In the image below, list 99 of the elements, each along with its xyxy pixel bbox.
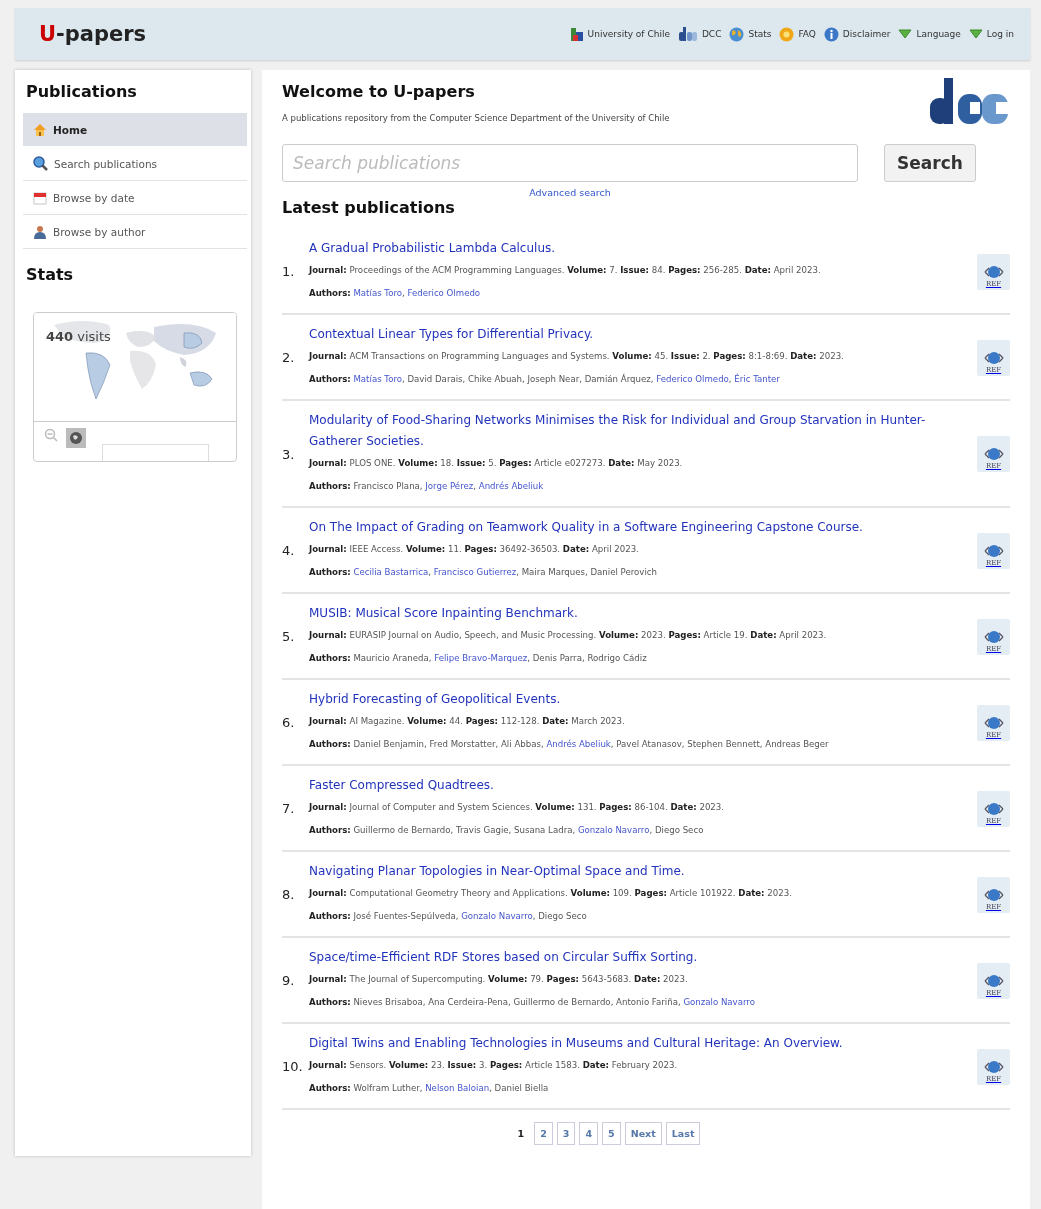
publication-title-link[interactable]: Digital Twins and Enabling Technologies in Museums and Cultural Heritage: An Overview. <box>309 1033 943 1054</box>
globe-icon <box>982 263 1005 280</box>
publication-details: Journal: Proceedings of the ACM Programming Languages. Volume: 7. Issue: 84. Pages: 256-285. Date: April 2023. <box>309 264 822 277</box>
logo-icon <box>677 27 698 41</box>
page-link[interactable]: Last <box>665 1122 701 1145</box>
menu-link[interactable]: Language <box>898 29 961 39</box>
item-number: 8. <box>282 887 296 902</box>
authors-line: Authors: Nieves Brisaboa, Ana Cerdeira-Pena, Guillermo de Bernardo, Antonio Fariña, Gonzalo Navarro <box>309 996 756 1009</box>
search-icon <box>33 156 48 171</box>
page-link[interactable]: 2 <box>534 1122 553 1145</box>
help-icon <box>779 26 795 42</box>
author-link[interactable]: Gonzalo Navarro <box>461 911 533 921</box>
globe-icon <box>982 972 1005 989</box>
page-link[interactable]: Next <box>624 1122 662 1145</box>
search-field[interactable]: Search publications <box>282 144 858 182</box>
item-number: 5. <box>282 629 296 644</box>
item-number: 1. <box>282 264 296 279</box>
publication-details: Journal: The Journal of Supercomputing. Volume: 79. Pages: 5643-5683. Date: 2023. <box>309 973 689 986</box>
publication-details: Journal: ACM Transactions on Programming Languages and Systems. Volume: 45. Issue: 2. Pages: 8:1-8:69. Date: 2023. <box>309 350 845 363</box>
globe-icon <box>982 628 1005 645</box>
globe-button[interactable] <box>66 428 86 448</box>
sidebar-item[interactable]: Browse by author <box>23 215 247 249</box>
author-link[interactable]: Andrés Abeliuk <box>478 481 544 491</box>
nav-link[interactable]: Stats <box>729 26 772 42</box>
author-link[interactable]: Gonzalo Navarro <box>683 997 755 1007</box>
author-link[interactable]: Andrés Abeliuk <box>546 739 611 749</box>
sidebar-item[interactable]: Home <box>23 113 247 147</box>
globe-icon <box>982 886 1005 903</box>
publication-title-link[interactable]: On The Impact of Grading on Teamwork Quality in a Software Engineering Capstone Course. <box>309 517 943 538</box>
sidebar-item[interactable]: Search publications <box>23 147 247 181</box>
menu-link[interactable]: Log in <box>968 29 1014 39</box>
globe-icon <box>982 542 1005 559</box>
section-title: Publications <box>26 82 138 101</box>
author-link[interactable]: Matías Toro <box>353 374 402 384</box>
authors-line: Authors: Francisco Plana, Jorge Pérez, Andrés Abeliuk <box>309 480 545 493</box>
building-icon <box>569 26 584 42</box>
page-link[interactable]: 3 <box>556 1122 576 1145</box>
publication-details: Journal: Sensors. Volume: 23. Issue: 3. Pages: Article 1583. Date: February 2023. <box>309 1059 679 1072</box>
publication-title-link[interactable]: A Gradual Probabilistic Lambda Calculus. <box>309 238 943 259</box>
author-link[interactable]: Éric Tanter <box>734 374 780 384</box>
publication-details: Journal: Computational Geometry Theory and Applications. Volume: 109. Pages: Article 101922. Date: 2023. <box>309 887 793 900</box>
authors-line: Authors: Cecilia Bastarrica, Francisco Gutierrez, Maira Marques, Daniel Perovich <box>309 566 658 579</box>
publication-title-link[interactable]: Space/time-Efficient RDF Stores based on Circular Suffix Sorting. <box>309 947 943 968</box>
calendar-icon <box>33 190 47 205</box>
publication-details: Journal: PLOS ONE. Volume: 18. Issue: 5. Pages: Article e027273. Date: May 2023. <box>309 457 684 470</box>
author-link[interactable]: Matías Toro <box>353 288 402 298</box>
house-icon <box>33 122 47 137</box>
sidebar-item[interactable]: Browse by date <box>23 181 247 215</box>
page-title: Welcome to U-papers <box>282 82 476 101</box>
info-icon <box>823 26 839 42</box>
publication-title-link[interactable]: Hybrid Forecasting of Geopolitical Events. <box>309 689 943 710</box>
publication-title-link[interactable]: MUSIB: Musical Score Inpainting Benchmark. <box>309 603 943 624</box>
authors-line: Authors: Wolfram Luther, Nelson Baloian, Daniel Biella <box>309 1082 550 1095</box>
author-link[interactable]: Federico Olmedo <box>407 288 481 298</box>
nav-link[interactable]: Disclaimer <box>823 26 891 42</box>
authors-line: Authors: Matías Toro, David Darais, Chike Abuah, Joseph Near, Damián Árquez, Federico Olmedo, Éric Tanter <box>309 372 781 386</box>
subtitle: A publications repository from the Computer Science Department of the University of Chile <box>282 113 670 123</box>
globe-icon <box>982 714 1005 731</box>
item-number: 3. <box>282 446 296 462</box>
authors-line: Authors: Matías Toro, Federico Olmedo <box>309 287 482 300</box>
nav-link[interactable]: University of Chile <box>569 26 670 42</box>
section-title: Stats <box>26 265 75 284</box>
authors-line: Authors: Daniel Benjamin, Fred Morstatter, Ali Abbas, Andrés Abeliuk, Pavel Atanasov, Stephen Bennett, Andreas Beger <box>309 738 830 751</box>
globe-icon <box>982 349 1005 366</box>
item-number: 9. <box>282 973 296 988</box>
search-button[interactable]: Search <box>884 144 976 182</box>
publication-details: Journal: AI Magazine. Volume: 44. Pages: 112-128. Date: March 2023. <box>309 715 626 728</box>
author-link[interactable]: Federico Olmedo <box>656 374 729 384</box>
item-number: 2. <box>282 350 296 365</box>
visits-count: 440 visits <box>46 329 111 344</box>
item-number: 4. <box>282 543 296 558</box>
caret-icon <box>968 29 983 39</box>
logo-icon <box>928 78 1010 126</box>
item-number: 7. <box>282 801 296 816</box>
globe-icon <box>982 800 1005 817</box>
authors-line: Authors: José Fuentes-Sepúlveda, Gonzalo Navarro, Diego Seco <box>309 910 588 923</box>
publication-details: Journal: IEEE Access. Volume: 11. Pages: 36492-36503. Date: April 2023. <box>309 543 640 556</box>
publication-title-link[interactable]: Faster Compressed Quadtrees. <box>309 775 943 796</box>
section-title: Latest publications <box>282 198 456 217</box>
page-link[interactable]: 5 <box>602 1122 621 1145</box>
item-number: 10. <box>282 1059 304 1074</box>
site-title[interactable]: U-papers <box>39 22 147 46</box>
publication-details: Journal: EURASIP Journal on Audio, Speech, and Music Processing. Volume: 2023. Pages: Article 19. Date: April 2023. <box>309 629 828 642</box>
globe-icon <box>729 26 745 42</box>
authors-line: Authors: Guillermo de Bernardo, Travis Gagie, Susana Ladra, Gonzalo Navarro, Diego Seco <box>309 824 705 837</box>
publication-title-link[interactable]: Modularity of Food-Sharing Networks Minimises the Risk for Individual and Group Starvation in Hunter-Gatherer Societies. <box>309 410 943 452</box>
publication-title-link[interactable]: Contextual Linear Types for Differential Privacy. <box>309 324 943 345</box>
page-link[interactable]: 4 <box>579 1122 599 1145</box>
caret-icon <box>898 29 913 39</box>
globe-icon <box>982 1058 1005 1075</box>
nav-link[interactable]: DCC <box>677 27 722 41</box>
advanced-search-link[interactable]: Advanced search <box>282 187 858 198</box>
publication-title-link[interactable]: Navigating Planar Topologies in Near-Optimal Space and Time. <box>309 861 943 882</box>
authors-line: Authors: Mauricio Araneda, Felipe Bravo-Marquez, Denis Parra, Rodrigo Cádiz <box>309 652 648 665</box>
item-number: 6. <box>282 715 296 730</box>
person-icon <box>33 224 47 239</box>
nav-link[interactable]: FAQ <box>779 26 816 42</box>
globe-icon <box>982 446 1005 462</box>
publication-details: Journal: Journal of Computer and System Sciences. Volume: 131. Pages: 86-104. Date: 2023. <box>309 801 726 814</box>
